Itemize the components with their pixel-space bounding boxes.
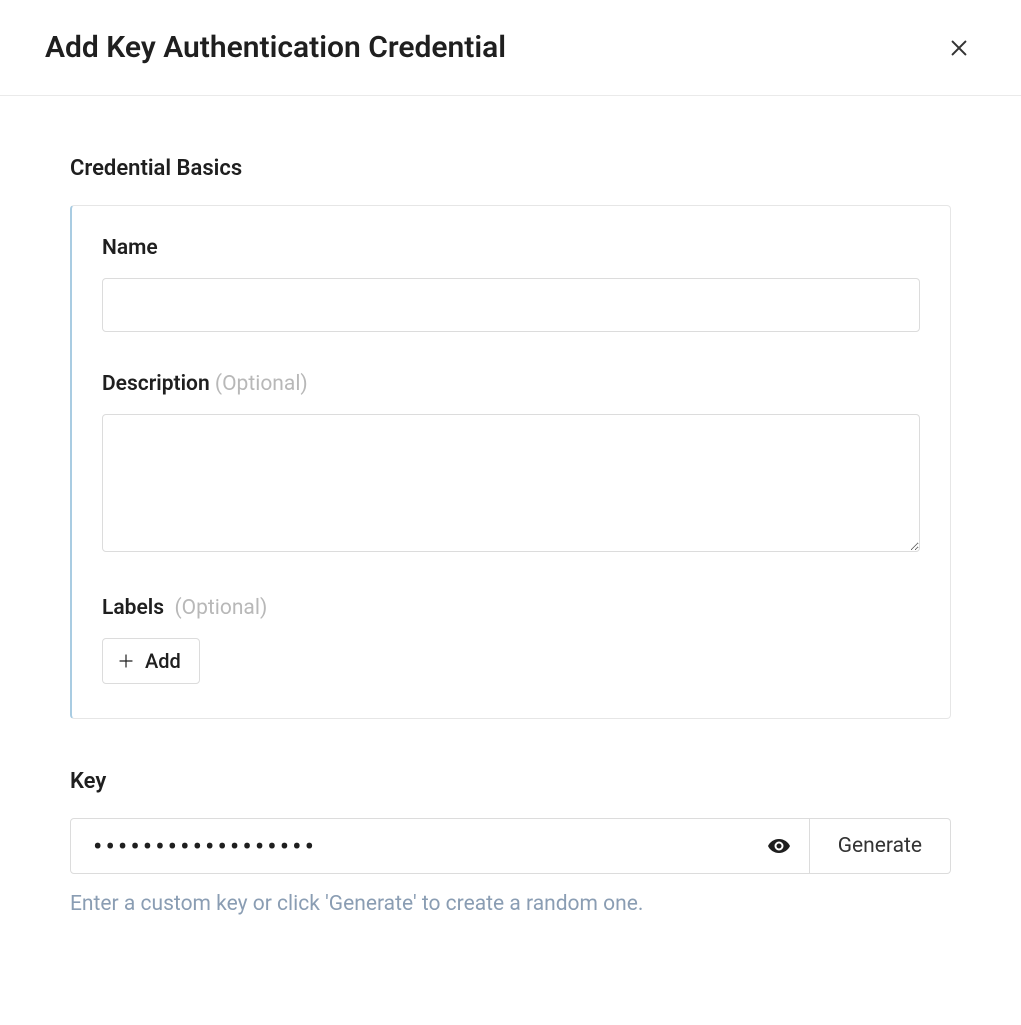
labels-optional-suffix: (Optional): [174, 596, 267, 620]
name-label: Name: [102, 236, 920, 260]
description-label-text: Description: [102, 372, 210, 396]
description-textarea[interactable]: [102, 414, 920, 552]
description-optional-suffix: (Optional): [215, 372, 308, 396]
generate-button[interactable]: Generate: [810, 818, 951, 874]
close-icon: [948, 37, 970, 59]
add-label-button[interactable]: Add: [102, 638, 200, 684]
name-input[interactable]: [102, 278, 920, 332]
plus-icon: [117, 652, 135, 670]
eye-icon: [767, 834, 791, 858]
credential-basics-heading: Credential Basics: [70, 156, 951, 181]
labels-label-text: Labels: [102, 596, 164, 620]
description-label: Description (Optional): [102, 372, 920, 396]
dialog-title: Add Key Authentication Credential: [45, 30, 506, 65]
key-heading: Key: [70, 769, 951, 794]
add-label-text: Add: [145, 649, 181, 673]
close-button[interactable]: [942, 31, 976, 65]
key-input[interactable]: [71, 819, 809, 873]
reveal-key-button[interactable]: [761, 828, 797, 864]
key-help-text: Enter a custom key or click 'Generate' t…: [70, 892, 951, 916]
credential-basics-card: Name Description (Optional) Labels (Opti…: [70, 205, 951, 719]
key-input-wrap: [70, 818, 810, 874]
labels-label: Labels (Optional): [102, 596, 920, 620]
